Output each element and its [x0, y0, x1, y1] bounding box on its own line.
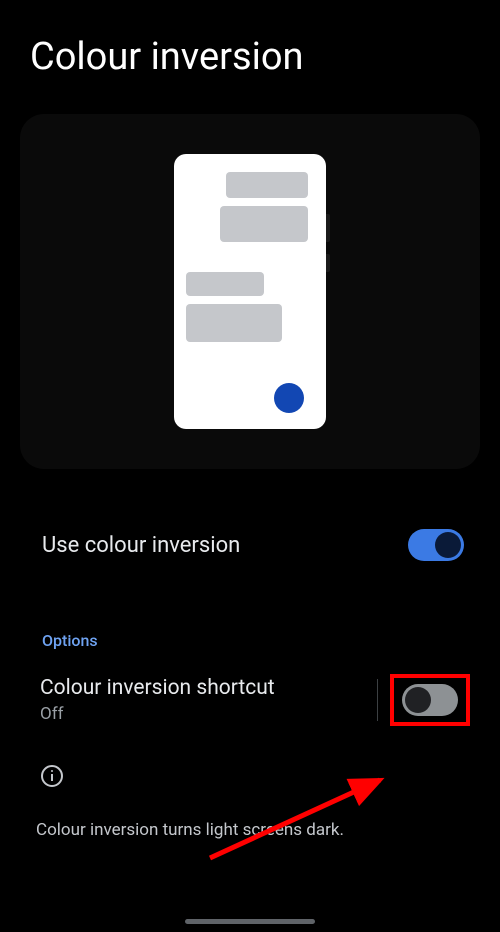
use-colour-inversion-row[interactable]: Use colour inversion [0, 509, 500, 581]
description-text: Colour inversion turns light screens dar… [0, 802, 500, 840]
chat-bubble [220, 206, 308, 242]
colour-inversion-shortcut-row[interactable]: Colour inversion shortcut Off [0, 660, 500, 740]
phone-side-button [326, 214, 330, 242]
gesture-bar [185, 919, 315, 924]
page-title: Colour inversion [0, 0, 500, 104]
preview-illustration [20, 114, 480, 469]
phone-mockup [174, 154, 326, 429]
use-colour-inversion-label: Use colour inversion [42, 533, 240, 558]
chat-bubble [226, 172, 308, 198]
use-colour-inversion-toggle[interactable] [408, 529, 464, 561]
vertical-divider [377, 679, 378, 721]
info-icon-row [0, 740, 500, 802]
toggle-thumb [405, 687, 431, 713]
phone-side-button-small [326, 254, 330, 272]
toggle-thumb [435, 532, 461, 558]
fab-dot [274, 383, 304, 413]
chat-bubble [186, 304, 282, 342]
annotation-highlight-box [390, 674, 470, 726]
info-icon [40, 764, 64, 788]
shortcut-toggle[interactable] [402, 684, 458, 716]
options-section-header: Options [0, 581, 500, 660]
shortcut-text-block: Colour inversion shortcut Off [40, 676, 369, 724]
chat-bubble [186, 272, 264, 296]
shortcut-status: Off [40, 704, 369, 724]
shortcut-title: Colour inversion shortcut [40, 676, 369, 700]
